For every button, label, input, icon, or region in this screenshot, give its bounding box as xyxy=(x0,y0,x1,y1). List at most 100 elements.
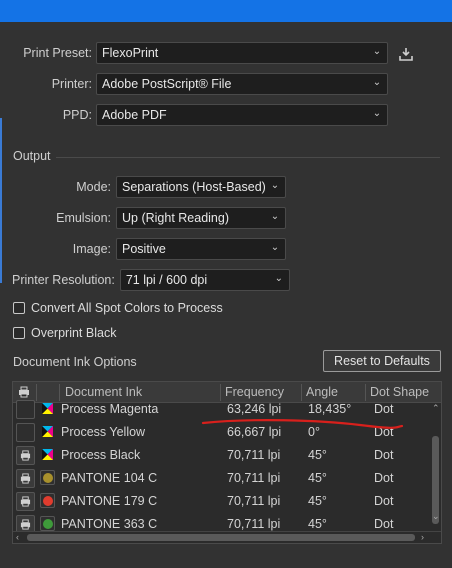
ink-row[interactable]: Process Magenta 63,246 lpi 18,435° Dot xyxy=(13,398,431,421)
spot-color-swatch-icon xyxy=(40,493,55,508)
print-toggle[interactable] xyxy=(16,469,35,488)
ink-frequency[interactable]: 63,246 lpi xyxy=(227,402,281,416)
color-dot xyxy=(43,519,53,529)
print-toggle[interactable] xyxy=(16,446,35,465)
download-tray-icon[interactable] xyxy=(398,46,414,62)
print-toggle[interactable] xyxy=(16,492,35,511)
resolution-value: 71 lpi / 600 dpi xyxy=(125,273,208,287)
ink-angle[interactable]: 18,435° xyxy=(308,402,351,416)
emulsion-row: Emulsion: Up (Right Reading) ⌄ xyxy=(12,207,286,229)
ink-dot-shape[interactable]: Dot xyxy=(374,425,393,439)
ink-angle[interactable]: 45° xyxy=(308,471,327,485)
chevron-down-icon: ⌄ xyxy=(274,273,284,284)
ink-angle[interactable]: 0° xyxy=(308,425,320,439)
cmyk-swatch-icon xyxy=(42,403,53,414)
scroll-right-icon[interactable]: › xyxy=(421,532,424,542)
scroll-left-icon[interactable]: ‹ xyxy=(16,532,19,542)
printer-select[interactable]: Adobe PostScript® File ⌄ xyxy=(96,73,388,95)
cmyk-swatch-icon xyxy=(42,426,53,437)
preset-select[interactable]: FlexoPrint ⌄ xyxy=(96,42,388,64)
ink-name: Process Black xyxy=(61,448,141,462)
chevron-down-icon: ⌄ xyxy=(372,77,382,88)
column-header-ink[interactable]: Document Ink xyxy=(65,385,142,399)
printer-icon xyxy=(20,496,31,507)
ink-row[interactable]: PANTONE 104 C 70,711 lpi 45° Dot xyxy=(13,467,431,490)
ppd-select[interactable]: Adobe PDF ⌄ xyxy=(96,104,388,126)
mode-select[interactable]: Separations (Host-Based) ⌄ xyxy=(116,176,286,198)
ink-dot-shape[interactable]: Dot xyxy=(374,517,393,531)
spot-color-swatch-icon xyxy=(40,470,55,485)
ppd-label: PPD: xyxy=(62,108,92,122)
printer-icon xyxy=(20,519,31,530)
column-header-frequency[interactable]: Frequency xyxy=(225,385,284,399)
horizontal-scroll-thumb[interactable] xyxy=(27,534,415,541)
printer-row: Printer: Adobe PostScript® File ⌄ xyxy=(12,73,388,95)
ink-name: Process Magenta xyxy=(61,402,159,416)
printer-icon xyxy=(20,473,31,484)
ink-options-title: Document Ink Options xyxy=(13,355,137,369)
ink-frequency[interactable]: 70,711 lpi xyxy=(227,517,280,531)
resolution-select[interactable]: 71 lpi / 600 dpi ⌄ xyxy=(119,269,290,291)
printer-icon[interactable] xyxy=(18,386,30,398)
overprint-black-checkbox-row[interactable]: Overprint Black xyxy=(13,326,116,340)
color-dot xyxy=(43,496,53,506)
ppd-value: Adobe PDF xyxy=(102,108,167,122)
cmyk-swatch-icon xyxy=(42,449,53,460)
ppd-row: PPD: Adobe PDF ⌄ xyxy=(12,104,388,126)
ink-angle[interactable]: 45° xyxy=(308,448,327,462)
image-value: Positive xyxy=(122,242,166,256)
preset-label: Print Preset: xyxy=(23,46,92,60)
ink-name: PANTONE 179 C xyxy=(61,494,158,508)
preset-row: Print Preset: FlexoPrint ⌄ xyxy=(12,42,388,64)
scroll-up-icon[interactable]: ⌃ xyxy=(432,403,440,413)
ink-table: Document Ink Frequency Angle Dot Shape P… xyxy=(12,381,442,544)
convert-spot-checkbox-row[interactable]: Convert All Spot Colors to Process xyxy=(13,301,223,315)
printer-value: Adobe PostScript® File xyxy=(102,77,232,91)
section-accent-line xyxy=(0,118,2,283)
color-dot xyxy=(43,473,53,483)
ink-dot-shape[interactable]: Dot xyxy=(374,494,393,508)
ink-row[interactable]: Process Black 70,711 lpi 45° Dot xyxy=(13,444,431,467)
ink-name: PANTONE 104 C xyxy=(61,471,158,485)
ink-angle[interactable]: 45° xyxy=(308,517,327,531)
resolution-row: Printer Resolution: 71 lpi / 600 dpi ⌄ xyxy=(12,269,290,291)
ink-name: PANTONE 363 C xyxy=(61,517,158,531)
chevron-down-icon: ⌄ xyxy=(270,242,280,253)
ink-frequency[interactable]: 70,711 lpi xyxy=(227,494,280,508)
emulsion-value: Up (Right Reading) xyxy=(122,211,229,225)
column-header-dot-shape[interactable]: Dot Shape xyxy=(370,385,429,399)
print-toggle[interactable] xyxy=(16,423,35,442)
chevron-down-icon: ⌄ xyxy=(270,211,280,222)
scroll-down-icon[interactable]: ⌄ xyxy=(432,511,440,521)
ink-frequency[interactable]: 70,711 lpi xyxy=(227,448,280,462)
ink-dot-shape[interactable]: Dot xyxy=(374,448,393,462)
column-header-angle[interactable]: Angle xyxy=(306,385,338,399)
horizontal-scrollbar[interactable]: ‹ › xyxy=(13,531,441,543)
ink-frequency[interactable]: 70,711 lpi xyxy=(227,471,280,485)
spot-color-swatch-icon xyxy=(40,516,55,531)
reset-to-defaults-button[interactable]: Reset to Defaults xyxy=(323,350,441,372)
ink-angle[interactable]: 45° xyxy=(308,494,327,508)
mode-value: Separations (Host-Based) xyxy=(122,180,266,194)
output-divider xyxy=(56,157,440,158)
ink-frequency[interactable]: 66,667 lpi xyxy=(227,425,281,439)
ink-dot-shape[interactable]: Dot xyxy=(374,402,393,416)
vertical-scrollbar[interactable]: ⌃ ⌄ xyxy=(430,403,441,524)
output-section-title: Output xyxy=(13,149,51,163)
chevron-down-icon: ⌄ xyxy=(372,46,382,57)
convert-spot-label: Convert All Spot Colors to Process xyxy=(31,301,223,315)
chevron-down-icon: ⌄ xyxy=(270,180,280,191)
ink-row[interactable]: PANTONE 179 C 70,711 lpi 45° Dot xyxy=(13,490,431,513)
emulsion-label: Emulsion: xyxy=(56,211,111,225)
overprint-black-checkbox[interactable] xyxy=(13,327,25,339)
emulsion-select[interactable]: Up (Right Reading) ⌄ xyxy=(116,207,286,229)
ink-dot-shape[interactable]: Dot xyxy=(374,471,393,485)
ink-row[interactable]: Process Yellow 66,667 lpi 0° Dot xyxy=(13,421,431,444)
printer-icon xyxy=(20,450,31,461)
print-toggle[interactable] xyxy=(16,400,35,419)
mode-row: Mode: Separations (Host-Based) ⌄ xyxy=(12,176,286,198)
convert-spot-checkbox[interactable] xyxy=(13,302,25,314)
image-select[interactable]: Positive ⌄ xyxy=(116,238,286,260)
overprint-black-label: Overprint Black xyxy=(31,326,117,340)
mode-label: Mode: xyxy=(76,180,111,194)
